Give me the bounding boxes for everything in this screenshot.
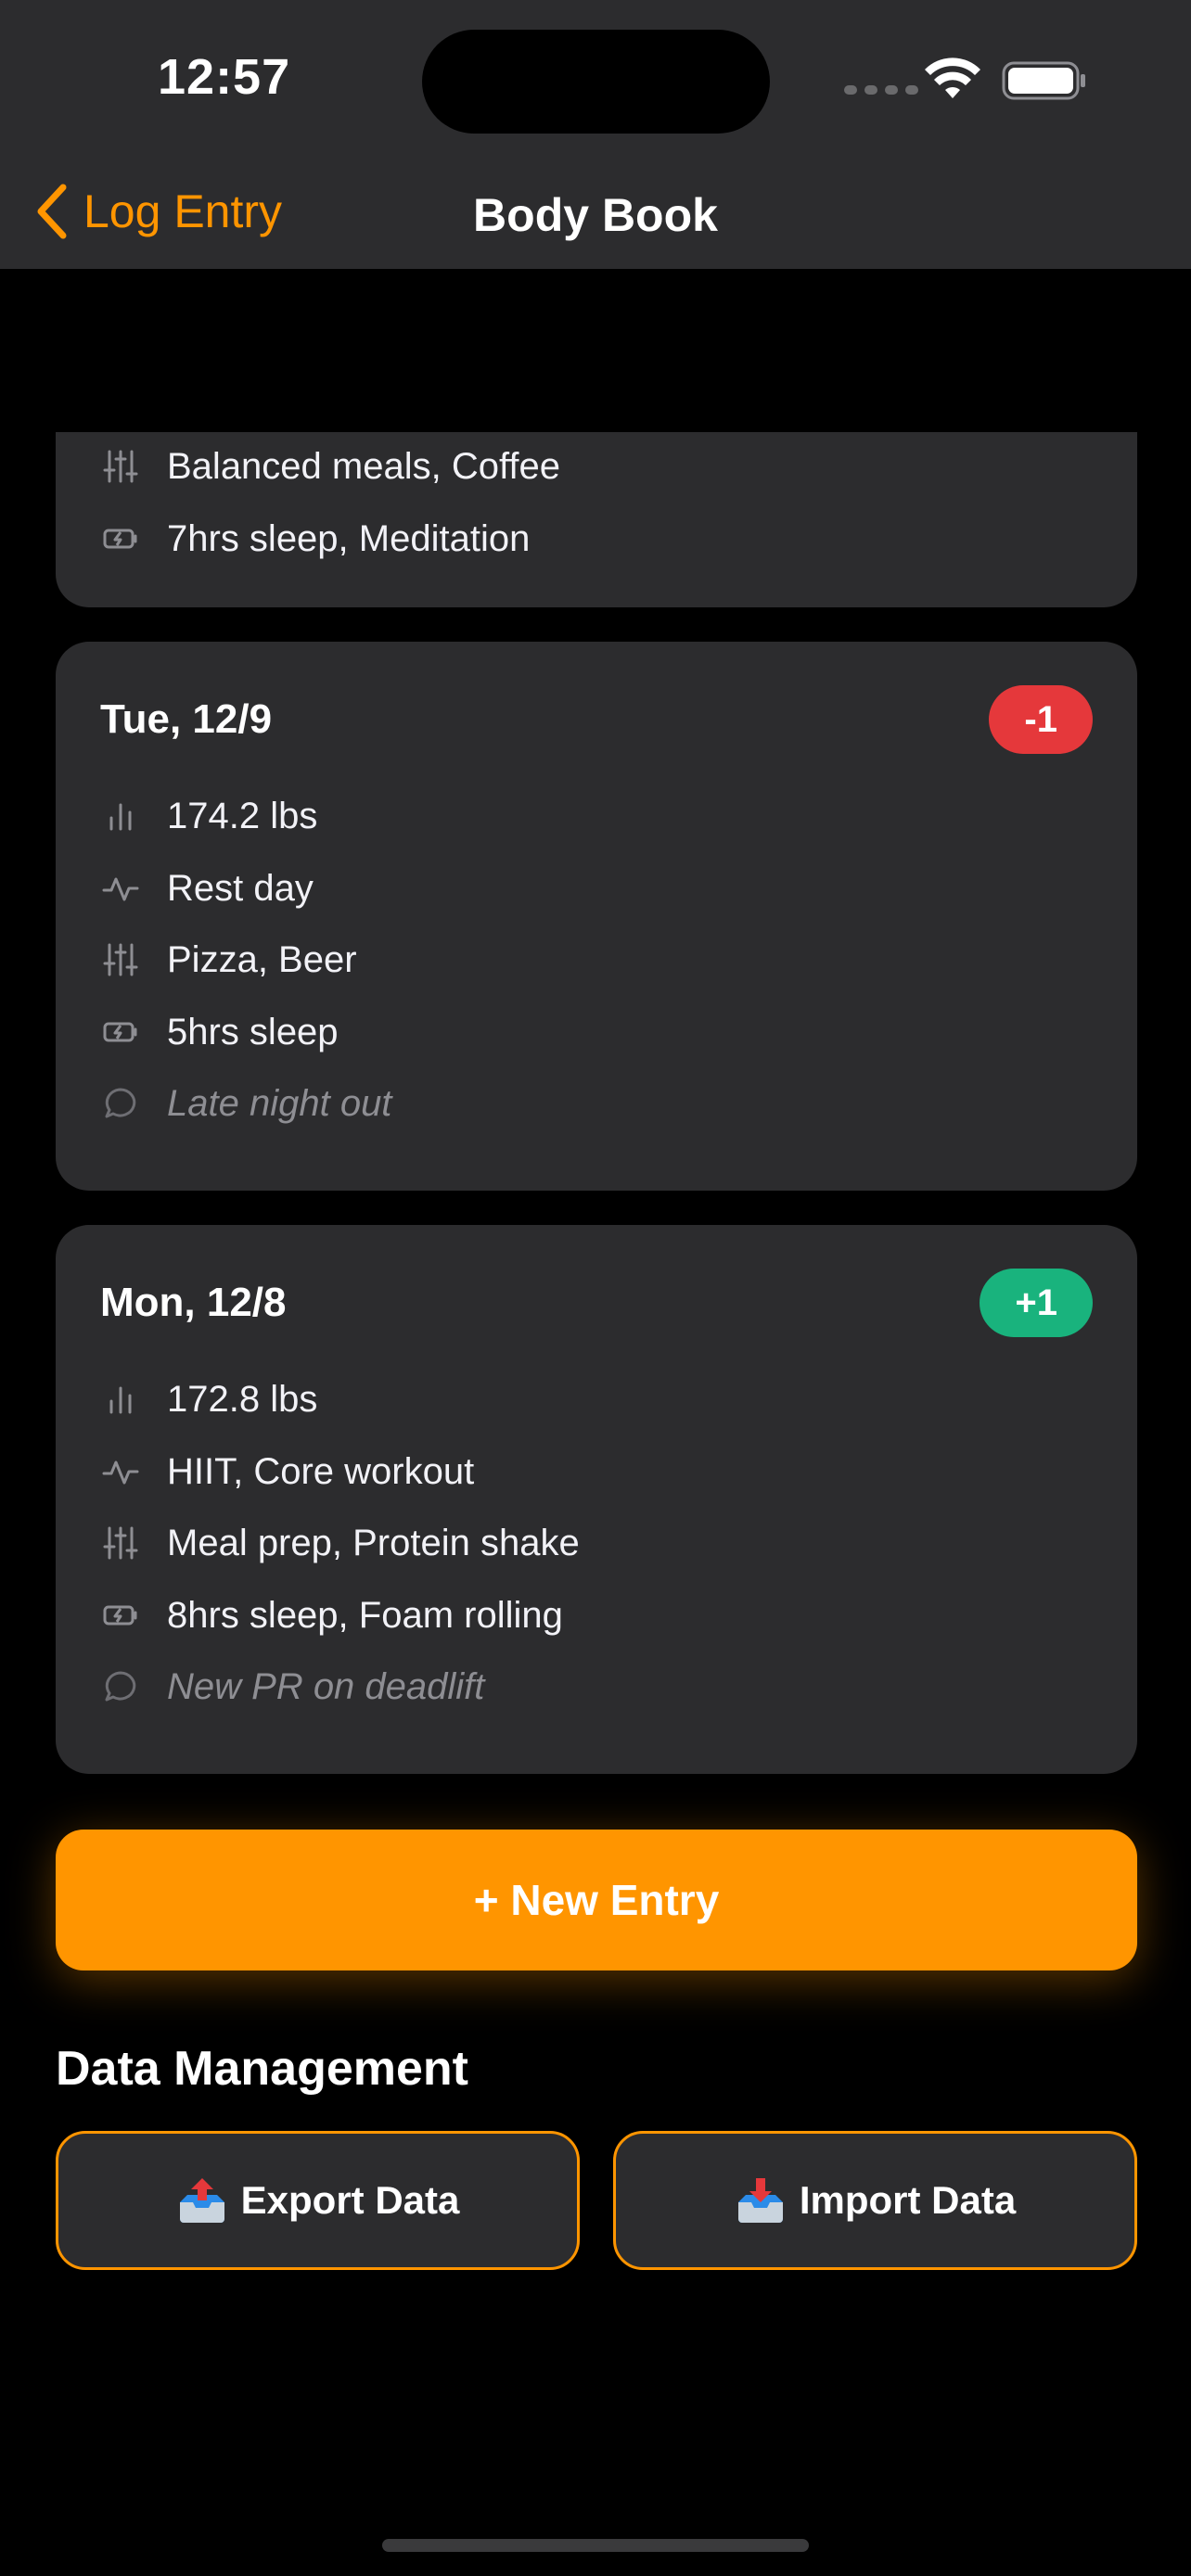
weight-text: 172.8 lbs (167, 1379, 318, 1420)
entry-card[interactable]: Mon, 12/8 +1 172.8 lbs HIIT, Core workou… (56, 1225, 1137, 1774)
entry-row-food: Pizza, Beer (100, 932, 357, 988)
new-entry-button[interactable]: + New Entry (56, 1830, 1137, 1970)
entry-row-weight: 174.2 lbs (100, 788, 317, 844)
wifi-icon (925, 57, 980, 98)
activity-text: Rest day (167, 868, 314, 909)
activity-icon (100, 868, 141, 909)
entry-row-note: Late night out (100, 1076, 391, 1131)
recovery-text: 5hrs sleep (167, 1012, 339, 1052)
battery-charging-icon (100, 1595, 141, 1636)
export-label: Export Data (240, 2178, 460, 2222)
entry-row-activity: Rest day (100, 861, 314, 916)
entry-card-partial[interactable]: Balanced meals, Coffee 7hrs sleep, Medit… (56, 432, 1137, 607)
import-data-button[interactable]: Import Data (613, 2131, 1137, 2270)
home-indicator[interactable] (382, 2539, 809, 2552)
battery-icon (1002, 61, 1085, 100)
entry-row-food: Meal prep, Protein shake (100, 1515, 580, 1571)
sliders-icon (100, 1523, 141, 1563)
sliders-icon (100, 446, 141, 487)
entry-card[interactable]: Tue, 12/9 -1 174.2 lbs Rest day Pizza, B… (56, 642, 1137, 1191)
speech-bubble-icon (100, 1666, 141, 1707)
sliders-icon (100, 939, 141, 980)
recovery-text: 8hrs sleep, Foam rolling (167, 1595, 563, 1636)
activity-icon (100, 1451, 141, 1492)
entry-row-recovery: 8hrs sleep, Foam rolling (100, 1588, 563, 1643)
battery-charging-icon (100, 518, 141, 559)
battery-charging-icon (100, 1012, 141, 1052)
dynamic-island (422, 30, 770, 134)
bar-chart-icon (100, 796, 141, 836)
recovery-text: 7hrs sleep, Meditation (167, 518, 531, 559)
change-badge: -1 (989, 685, 1093, 754)
export-data-button[interactable]: Export Data (56, 2131, 580, 2270)
outbox-tray-icon (179, 2178, 224, 2223)
food-text: Pizza, Beer (167, 939, 357, 980)
weight-text: 174.2 lbs (167, 796, 318, 836)
entry-row-note: New PR on deadlift (100, 1659, 484, 1715)
activity-text: HIIT, Core workout (167, 1451, 475, 1492)
entry-date: Mon, 12/8 (100, 1280, 287, 1325)
speech-bubble-icon (100, 1083, 141, 1124)
top-bar: 12:57 Log Entry Body Book (0, 0, 1191, 269)
page-title: Body Book (473, 189, 718, 241)
food-text: Balanced meals, Coffee (167, 446, 560, 487)
status-time: 12:57 (158, 49, 291, 105)
inbox-tray-icon (737, 2178, 783, 2223)
entry-row-activity: HIIT, Core workout (100, 1444, 474, 1499)
entry-row-recovery: 5hrs sleep (100, 1004, 339, 1060)
section-title: Data Management (56, 2042, 468, 2096)
entry-date: Tue, 12/9 (100, 696, 273, 742)
food-text: Meal prep, Protein shake (167, 1523, 580, 1563)
note-text: New PR on deadlift (167, 1666, 485, 1707)
change-badge: +1 (980, 1269, 1093, 1337)
entry-row-food: Balanced meals, Coffee (100, 439, 560, 494)
note-text: Late night out (167, 1083, 392, 1124)
import-label: Import Data (799, 2178, 1017, 2222)
bar-chart-icon (100, 1379, 141, 1420)
entry-row-weight: 172.8 lbs (100, 1371, 317, 1427)
cellular-signal-icon (844, 85, 918, 95)
entry-row-recovery: 7hrs sleep, Meditation (100, 511, 530, 567)
